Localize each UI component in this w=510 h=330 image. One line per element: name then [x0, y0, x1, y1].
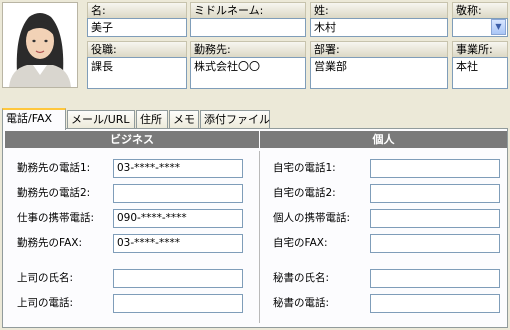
home-phone2-field[interactable]	[370, 184, 500, 203]
home-fax-label: 自宅のFAX:	[273, 237, 328, 249]
surname-label: 姓:	[310, 2, 448, 18]
company-field[interactable]: 株式会社〇〇	[190, 57, 306, 89]
home-phone1-field[interactable]	[370, 159, 500, 178]
secretary-name-field[interactable]	[370, 269, 500, 288]
position-label: 役職:	[87, 41, 187, 57]
chevron-down-icon[interactable]: ▼	[491, 19, 506, 35]
surname-field[interactable]: 木村	[310, 18, 448, 37]
honorific-label: 敬称:	[452, 2, 508, 18]
boss-name-label: 上司の氏名:	[17, 272, 74, 284]
tab-strip: 電話/FAX メール/URL 住所 メモ 添付ファイル	[2, 108, 508, 130]
department-label: 部署:	[310, 41, 448, 57]
home-phone1-label: 自宅の電話1:	[273, 162, 336, 174]
home-phone2-label: 自宅の電話2:	[273, 187, 336, 199]
first-name-field[interactable]: 美子	[87, 18, 187, 37]
work-phone2-label: 勤務先の電話2:	[17, 187, 91, 199]
person-icon	[3, 3, 77, 87]
department-field[interactable]: 営業部	[310, 57, 448, 89]
office-field[interactable]: 本社	[452, 57, 508, 89]
name-label: 名:	[87, 2, 187, 18]
tab-memo[interactable]: メモ	[169, 110, 199, 129]
personal-mobile-label: 個人の携帯電話:	[273, 212, 351, 224]
work-phone1-label: 勤務先の電話1:	[17, 162, 91, 174]
tab-address[interactable]: 住所	[136, 110, 168, 129]
home-fax-field[interactable]	[370, 234, 500, 253]
office-label: 事業所:	[452, 41, 508, 57]
work-fax-field[interactable]: 03-****-****	[113, 234, 243, 253]
work-mobile-label: 仕事の携帯電話:	[17, 212, 95, 224]
work-phone2-field[interactable]	[113, 184, 243, 203]
tab-email-url[interactable]: メール/URL	[67, 110, 135, 129]
boss-name-field[interactable]	[113, 269, 243, 288]
work-fax-label: 勤務先のFAX:	[17, 237, 82, 249]
secretary-phone-field[interactable]	[370, 294, 500, 313]
work-phone1-field[interactable]: 03-****-****	[113, 159, 243, 178]
phone-fax-panel: ビジネス 個人 勤務先の電話1: 03-****-**** 勤務先の電話2: 仕…	[2, 128, 508, 328]
tab-attachments[interactable]: 添付ファイル	[200, 110, 270, 129]
personal-section-title: 個人	[260, 131, 507, 148]
position-field[interactable]: 課長	[87, 57, 187, 89]
boss-phone-label: 上司の電話:	[17, 297, 74, 309]
secretary-phone-label: 秘書の電話:	[273, 297, 330, 309]
work-mobile-field[interactable]: 090-****-****	[113, 209, 243, 228]
contact-avatar[interactable]	[2, 2, 78, 88]
boss-phone-field[interactable]	[113, 294, 243, 313]
secretary-name-label: 秘書の氏名:	[273, 272, 330, 284]
tab-phone-fax[interactable]: 電話/FAX	[2, 108, 66, 130]
business-section-title: ビジネス	[5, 131, 259, 148]
company-label: 勤務先:	[190, 41, 306, 57]
section-divider	[259, 151, 260, 323]
middle-name-label: ミドルネーム:	[190, 2, 306, 18]
middle-name-field[interactable]	[190, 18, 306, 37]
personal-mobile-field[interactable]	[370, 209, 500, 228]
